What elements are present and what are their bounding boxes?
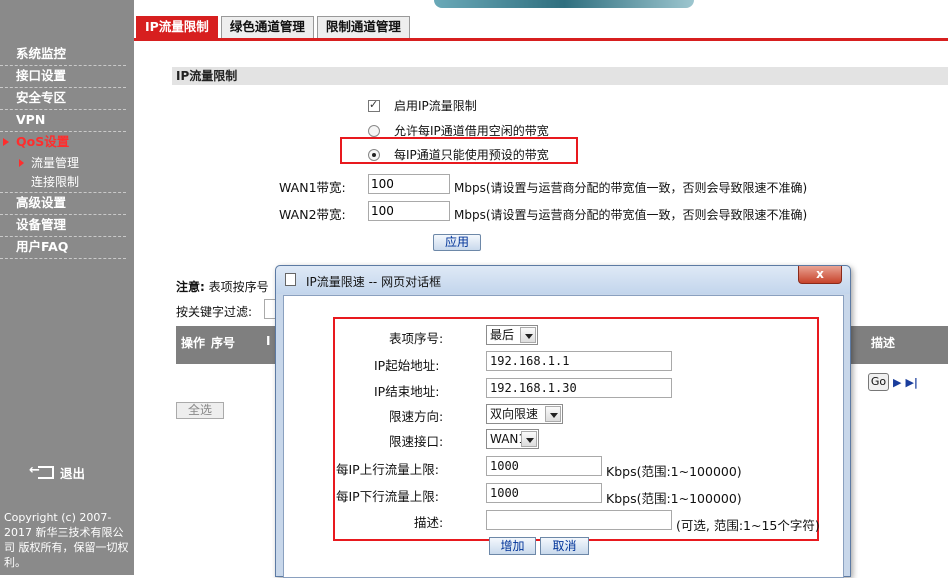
tab-ip-traffic-limit[interactable]: IP流量限制 bbox=[136, 16, 218, 38]
wan1-label: WAN1带宽: bbox=[279, 180, 346, 195]
dialog-body: 表项序号: 最后 IP起始地址: 192.168.1.1 IP结束地址: 192… bbox=[283, 295, 844, 578]
header-ip: I bbox=[266, 334, 271, 348]
up-limit-label: 每IP上行流量上限: bbox=[336, 462, 439, 477]
wan1-bandwidth-input[interactable] bbox=[368, 174, 450, 194]
iface-select[interactable]: WAN1 bbox=[486, 429, 539, 449]
pager: Go ▶ ▶| bbox=[868, 373, 918, 391]
cancel-button[interactable]: 取消 bbox=[540, 537, 589, 555]
dialog-close-button[interactable]: x bbox=[798, 266, 842, 284]
wan2-note: Mbps(请设置与运营商分配的带宽值一致，否则会导致限速不准确) bbox=[454, 208, 808, 222]
header-description: 描述 bbox=[871, 336, 896, 350]
notice-body: 表项按序号 bbox=[208, 280, 269, 294]
header-operation: 操作 bbox=[181, 336, 206, 350]
end-ip-input[interactable]: 192.168.1.30 bbox=[486, 378, 672, 398]
sidebar-menu: 系统监控 接口设置 安全专区 VPN QoS设置 流量管理 连接限制 高级设置 … bbox=[0, 44, 134, 259]
sidebar-item-system-monitor[interactable]: 系统监控 bbox=[0, 44, 126, 66]
direction-select[interactable]: 双向限速 bbox=[486, 404, 563, 424]
direction-value: 双向限速 bbox=[490, 407, 539, 421]
logout-button[interactable]: 退出 bbox=[29, 463, 86, 482]
sidebar-item-qos[interactable]: QoS设置 bbox=[0, 132, 126, 154]
wan1-note: Mbps(请设置与运营商分配的带宽值一致，否则会导致限速不准确) bbox=[454, 181, 808, 195]
select-all-button[interactable]: 全选 bbox=[176, 402, 224, 419]
section-title: IP流量限制 bbox=[172, 67, 948, 85]
sidebar-subitem-traffic-management[interactable]: 流量管理 bbox=[0, 154, 126, 173]
chevron-down-icon bbox=[520, 327, 536, 343]
dialog-title: IP流量限速 -- 网页对话框 bbox=[306, 275, 442, 289]
last-page-icon[interactable]: ▶| bbox=[905, 376, 917, 389]
tab-green-channel[interactable]: 绿色通道管理 bbox=[220, 16, 314, 38]
logout-icon bbox=[29, 463, 54, 479]
sidebar-item-interface[interactable]: 接口设置 bbox=[0, 66, 126, 88]
sidebar-item-security[interactable]: 安全专区 bbox=[0, 88, 126, 110]
enable-ip-limit-option[interactable]: 启用IP流量限制 bbox=[368, 97, 477, 114]
up-limit-input[interactable]: 1000 bbox=[486, 456, 602, 476]
wan2-label: WAN2带宽: bbox=[279, 207, 346, 222]
chevron-down-icon bbox=[545, 406, 561, 422]
desc-label: 描述: bbox=[414, 515, 444, 530]
direction-label: 限速方向: bbox=[389, 409, 444, 424]
desc-input[interactable] bbox=[486, 510, 672, 530]
down-limit-input[interactable]: 1000 bbox=[486, 483, 602, 503]
header-seq: 序号 bbox=[211, 336, 236, 350]
sidebar-subitem-connection-limit[interactable]: 连接限制 bbox=[0, 173, 126, 192]
enable-ip-limit-checkbox[interactable] bbox=[368, 98, 380, 112]
seq-select[interactable]: 最后 bbox=[486, 325, 538, 345]
start-ip-input[interactable]: 192.168.1.1 bbox=[486, 351, 672, 371]
tab-limit-channel[interactable]: 限制通道管理 bbox=[316, 16, 410, 38]
notice-label: 注意: bbox=[176, 280, 205, 294]
page-icon bbox=[285, 273, 296, 286]
iface-label: 限速接口: bbox=[389, 434, 444, 449]
up-limit-unit: Kbps(范围:1~100000) bbox=[606, 464, 742, 479]
wan2-bandwidth-input[interactable] bbox=[368, 201, 450, 221]
highlight-box-radio bbox=[340, 137, 578, 164]
down-limit-unit: Kbps(范围:1~100000) bbox=[606, 491, 742, 506]
end-ip-label: IP结束地址: bbox=[374, 384, 440, 399]
borrow-bandwidth-radio[interactable] bbox=[368, 124, 380, 137]
logout-label: 退出 bbox=[60, 466, 86, 481]
go-button[interactable]: Go bbox=[868, 373, 889, 391]
tab-underline bbox=[134, 38, 948, 41]
sidebar: 系统监控 接口设置 安全专区 VPN QoS设置 流量管理 连接限制 高级设置 … bbox=[0, 0, 134, 575]
apply-button[interactable]: 应用 bbox=[433, 234, 481, 251]
down-limit-label: 每IP下行流量上限: bbox=[336, 489, 439, 504]
header-banner bbox=[434, 0, 694, 8]
sidebar-item-faq[interactable]: 用户FAQ bbox=[0, 237, 126, 259]
seq-label: 表项序号: bbox=[389, 331, 444, 346]
sidebar-item-device-management[interactable]: 设备管理 bbox=[0, 215, 126, 237]
start-ip-label: IP起始地址: bbox=[374, 358, 440, 373]
sidebar-item-vpn[interactable]: VPN bbox=[0, 110, 126, 132]
header-decoration bbox=[134, 0, 948, 14]
notice-text: 注意: 表项按序号 bbox=[176, 278, 269, 295]
next-page-icon[interactable]: ▶ bbox=[893, 376, 901, 389]
chevron-down-icon bbox=[521, 431, 537, 447]
enable-ip-limit-label: 启用IP流量限制 bbox=[394, 99, 477, 113]
copyright-text: Copyright (c) 2007-2017 新华三技术有限公司 版权所有，保… bbox=[4, 511, 129, 569]
tab-bar: IP流量限制 绿色通道管理 限制通道管理 bbox=[136, 16, 413, 38]
filter-label: 按关键字过滤: bbox=[176, 305, 253, 319]
ip-rate-limit-dialog: IP流量限速 -- 网页对话框 x 表项序号: 最后 IP起始地址: 192.1… bbox=[275, 265, 851, 578]
sidebar-qos-submenu: 流量管理 连接限制 bbox=[0, 154, 126, 193]
desc-note: (可选, 范围:1~15个字符) bbox=[676, 518, 820, 533]
add-button[interactable]: 增加 bbox=[489, 537, 536, 555]
sidebar-item-advanced[interactable]: 高级设置 bbox=[0, 193, 126, 215]
dialog-titlebar: IP流量限速 -- 网页对话框 x bbox=[276, 266, 850, 294]
seq-value: 最后 bbox=[490, 328, 515, 342]
